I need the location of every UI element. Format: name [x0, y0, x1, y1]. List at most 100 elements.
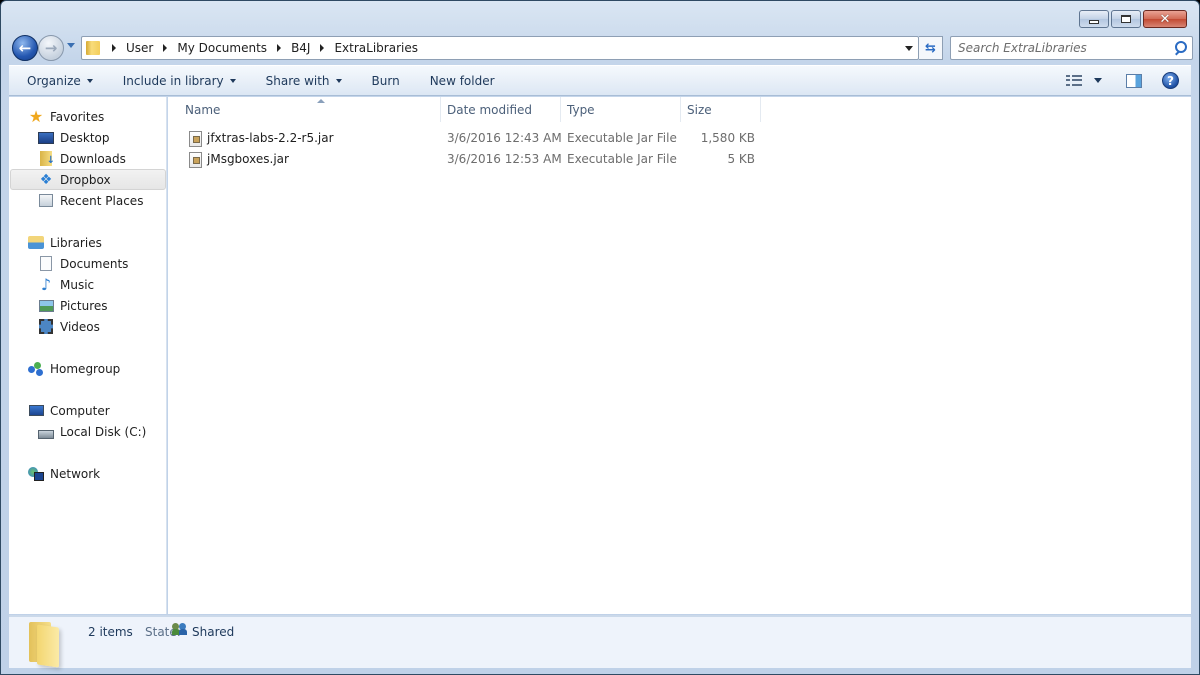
burn-label: Burn [371, 73, 400, 88]
breadcrumb-my-documents[interactable]: My Documents [177, 41, 267, 55]
column-label: Type [567, 102, 595, 117]
burn-button[interactable]: Burn [363, 66, 409, 95]
sidebar-item-pictures[interactable]: Pictures [38, 295, 108, 316]
computer-icon [28, 403, 44, 419]
sidebar-item-dropbox[interactable]: ❖ Dropbox [10, 169, 166, 190]
pictures-icon [38, 298, 54, 314]
file-name: jfxtras-labs-2.2-r5.jar [207, 131, 334, 145]
videos-icon [38, 319, 54, 335]
breadcrumb-user[interactable]: User [126, 41, 153, 55]
homegroup-icon [28, 361, 44, 377]
recent-pages-dropdown[interactable] [67, 43, 75, 48]
breadcrumb-b4j[interactable]: B4J [291, 41, 310, 55]
file-size: 5 KB [727, 152, 755, 166]
new-folder-button[interactable]: New folder [421, 66, 504, 95]
help-glyph: ? [1167, 73, 1174, 88]
sidebar-item-computer[interactable]: Computer [28, 400, 110, 421]
sidebar-item-music[interactable]: ♪ Music [38, 274, 94, 295]
sidebar-item-documents[interactable]: Documents [38, 253, 128, 274]
column-label: Size [687, 102, 712, 117]
breadcrumb-separator-icon[interactable] [320, 44, 325, 52]
chevron-down-icon [335, 78, 342, 83]
sidebar-item-downloads[interactable]: ↓ Downloads [38, 148, 126, 169]
include-in-library-label: Include in library [122, 73, 224, 88]
caption-buttons: ✕ [1079, 10, 1187, 28]
column-label: Date modified [447, 102, 533, 117]
breadcrumb-separator-icon[interactable] [163, 44, 168, 52]
breadcrumb-separator-icon[interactable] [112, 44, 116, 52]
documents-icon [38, 256, 54, 272]
sidebar-item-favorites[interactable]: ★ Favorites [28, 106, 104, 127]
file-type: Executable Jar File [567, 152, 677, 166]
search-input[interactable] [951, 41, 1173, 55]
chevron-down-icon [229, 78, 236, 83]
sidebar-item-desktop[interactable]: Desktop [38, 127, 110, 148]
sidebar-item-label: Recent Places [60, 193, 144, 208]
sidebar-item-libraries[interactable]: Libraries [28, 232, 102, 253]
breadcrumb-extralibraries[interactable]: ExtraLibraries [334, 41, 418, 55]
sidebar-item-label: Local Disk (C:) [60, 424, 147, 439]
folder-icon [29, 622, 63, 668]
close-icon: ✕ [1159, 11, 1171, 27]
sidebar-item-local-disk[interactable]: Local Disk (C:) [38, 421, 146, 442]
back-button[interactable]: ← [12, 35, 38, 61]
refresh-button[interactable]: ⇆ [919, 36, 943, 60]
file-row[interactable]: jMsgboxes.jar 3/6/2016 12:53 AM Executab… [185, 149, 765, 170]
sidebar-item-homegroup[interactable]: Homegroup [28, 358, 120, 379]
search-box [950, 36, 1193, 60]
column-header-size[interactable]: Size [681, 97, 761, 122]
breadcrumb-separator-icon[interactable] [277, 44, 282, 52]
command-bar: Organize Include in library Share with B… [9, 65, 1191, 96]
organize-label: Organize [27, 73, 81, 88]
file-date: 3/6/2016 12:53 AM [447, 152, 562, 166]
address-bar[interactable]: User My Documents B4J ExtraLibraries [81, 36, 919, 60]
libraries-icon [28, 235, 44, 251]
shared-users-icon [172, 622, 188, 636]
minimize-icon [1089, 19, 1099, 24]
preview-pane-icon[interactable] [1126, 73, 1142, 88]
share-with-button[interactable]: Share with [257, 66, 351, 95]
maximize-button[interactable] [1111, 10, 1141, 28]
local-disk-icon [38, 424, 54, 440]
sidebar-item-label: Documents [60, 256, 129, 271]
column-header-date-modified[interactable]: Date modified [441, 97, 561, 122]
sort-ascending-icon [317, 99, 325, 103]
star-icon: ★ [28, 106, 44, 126]
sidebar-item-recent-places[interactable]: Recent Places [38, 190, 143, 211]
sidebar-item-label: Pictures [60, 298, 108, 313]
downloads-icon: ↓ [38, 151, 55, 167]
sidebar-item-label: Network [50, 466, 101, 481]
column-header-type[interactable]: Type [561, 97, 681, 122]
new-folder-label: New folder [429, 73, 495, 88]
change-view-icon[interactable] [1066, 74, 1082, 87]
minimize-button[interactable] [1079, 10, 1109, 28]
forward-button[interactable]: → [38, 35, 64, 61]
network-icon [28, 466, 44, 482]
column-label: Name [185, 102, 221, 117]
file-size: 1,580 KB [700, 131, 755, 145]
close-button[interactable]: ✕ [1143, 10, 1187, 28]
sidebar-item-videos[interactable]: Videos [38, 316, 100, 337]
organize-button[interactable]: Organize [9, 66, 102, 95]
file-row[interactable]: jfxtras-labs-2.2-r5.jar 3/6/2016 12:43 A… [185, 128, 765, 149]
file-name: jMsgboxes.jar [207, 152, 289, 166]
address-history-dropdown[interactable] [905, 45, 913, 51]
share-with-label: Share with [265, 73, 330, 88]
sidebar-item-label: Desktop [60, 130, 110, 145]
forward-arrow-icon: → [44, 39, 58, 57]
recent-places-icon [38, 193, 54, 209]
chevron-down-icon [86, 78, 93, 83]
navigation-pane: ★ Favorites Desktop ↓ Downloads ❖ Dropbo… [9, 97, 167, 614]
jar-file-icon [189, 131, 202, 147]
sidebar-item-label: Homegroup [50, 361, 121, 376]
view-options-dropdown[interactable] [1094, 78, 1102, 83]
refresh-icon: ⇆ [925, 40, 936, 56]
help-icon[interactable]: ? [1162, 72, 1179, 89]
column-header-name[interactable]: Name [179, 97, 441, 122]
include-in-library-button[interactable]: Include in library [114, 66, 245, 95]
state-value: Shared [192, 625, 235, 639]
sidebar-item-network[interactable]: Network [28, 463, 100, 484]
jar-file-icon [189, 152, 202, 168]
sidebar-item-label: Computer [50, 403, 110, 418]
search-icon[interactable] [1173, 41, 1187, 55]
